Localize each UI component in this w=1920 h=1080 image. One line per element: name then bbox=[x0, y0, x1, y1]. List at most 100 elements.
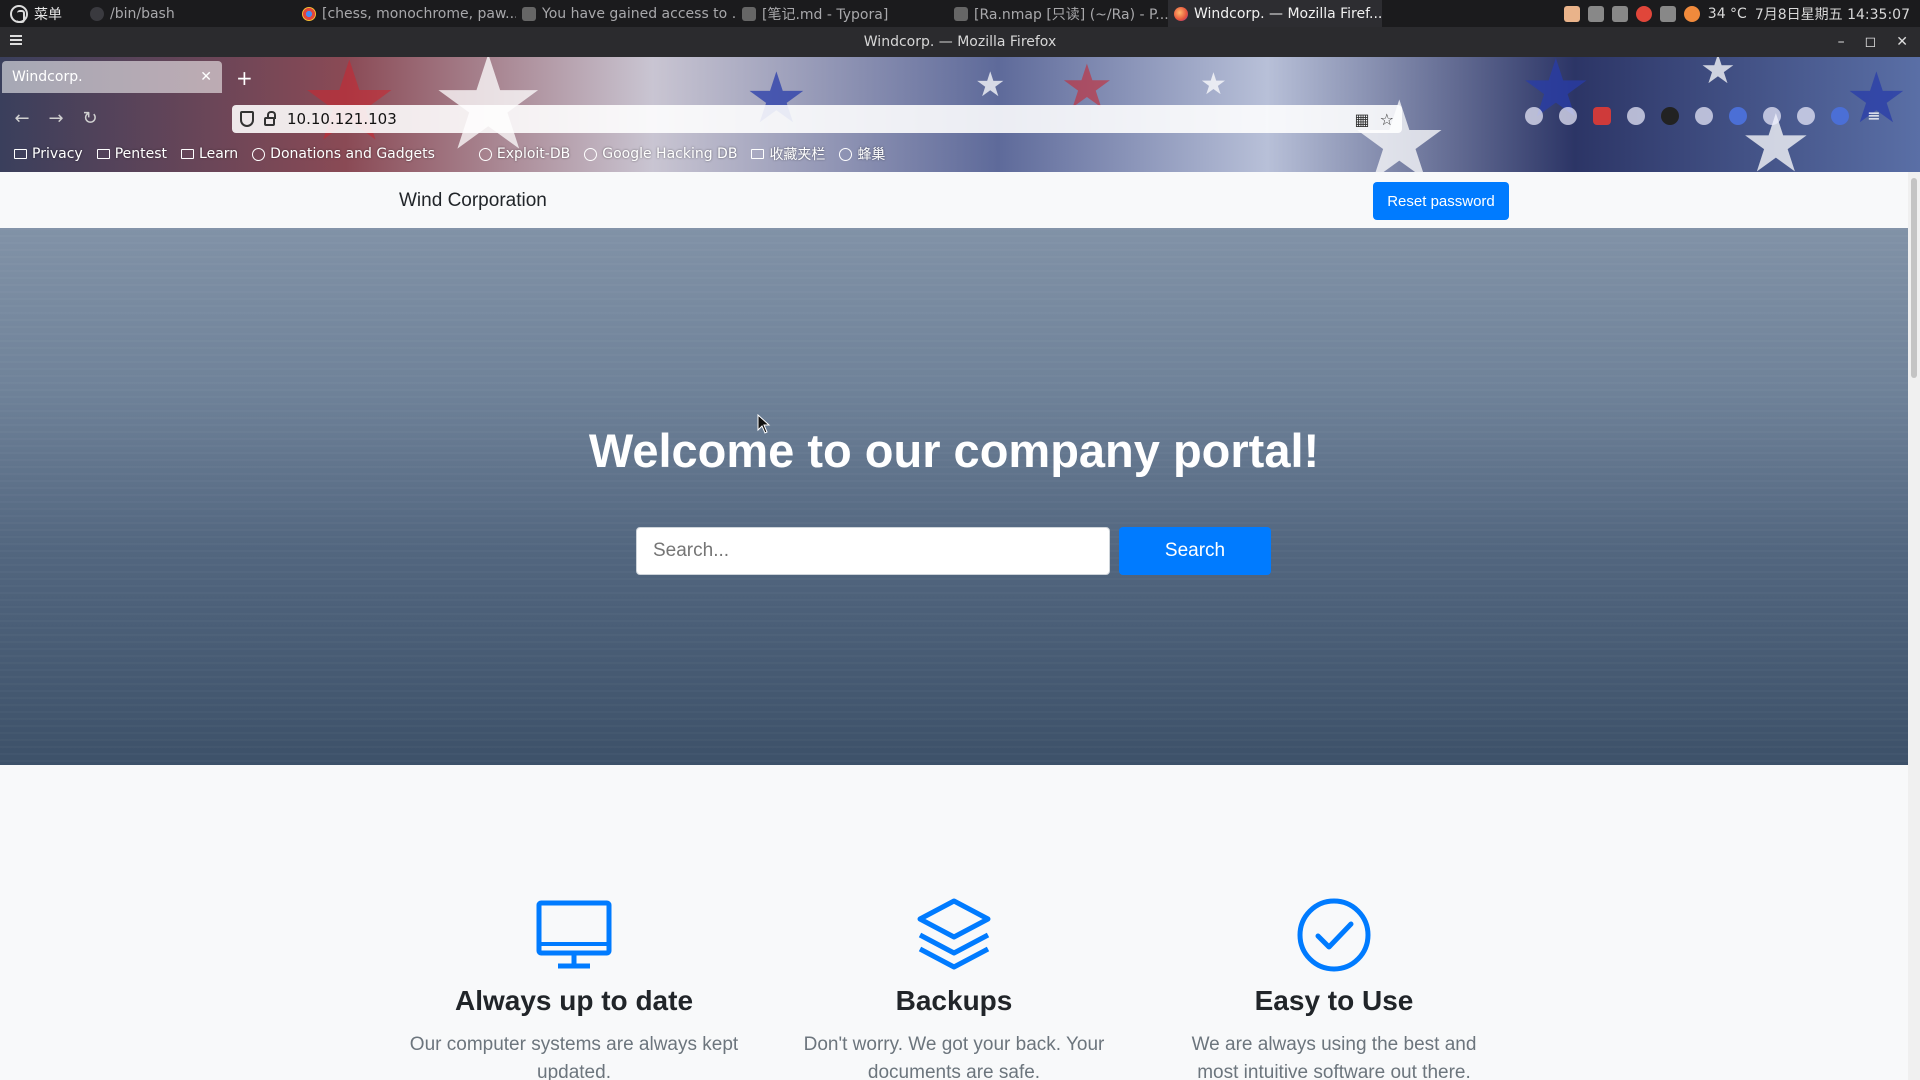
globe-icon bbox=[252, 147, 266, 161]
features-section: Always up to date Our computer systems a… bbox=[0, 765, 1908, 1080]
feature-text: We are always using the best and most in… bbox=[1191, 1034, 1477, 1080]
hamburger-menu-icon[interactable]: ≡ bbox=[1865, 107, 1883, 125]
system-panel: 菜单 /bin/bash [chess, monochrome, paw... … bbox=[0, 0, 1920, 27]
forward-icon[interactable]: → bbox=[44, 106, 68, 130]
extension-icon[interactable] bbox=[1729, 107, 1747, 125]
distro-logo-icon bbox=[10, 4, 28, 23]
globe-icon bbox=[839, 147, 853, 161]
firefox-icon bbox=[1174, 6, 1188, 21]
extension-icons: ≡ bbox=[1525, 107, 1883, 125]
volume-icon[interactable] bbox=[1611, 5, 1628, 22]
temperature: 34 °C bbox=[1707, 5, 1747, 22]
tab-windcorp[interactable]: Windcorp. ✕ bbox=[2, 61, 222, 93]
theme-star-icon: ★ bbox=[975, 65, 1006, 105]
hero-section: Welcome to our company portal! Search bbox=[0, 228, 1908, 765]
close-icon[interactable]: ✕ bbox=[1896, 34, 1908, 50]
address-bar[interactable]: 10.10.121.103 ▦ ☆ bbox=[232, 105, 1402, 133]
ublock-icon[interactable] bbox=[1593, 107, 1611, 125]
feature-easy-to-use: Easy to Use We are always using the best… bbox=[1169, 895, 1499, 1080]
task-chrome[interactable]: [chess, monochrome, paw... bbox=[296, 0, 516, 27]
task-bash[interactable]: /bin/bash bbox=[84, 0, 296, 27]
theme-star-icon: ★ bbox=[1700, 57, 1736, 93]
url-text[interactable]: 10.10.121.103 bbox=[287, 110, 397, 128]
tab-close-icon[interactable]: ✕ bbox=[200, 69, 212, 85]
translate-extension-icon[interactable] bbox=[1831, 107, 1849, 125]
extension-icon[interactable] bbox=[1627, 107, 1645, 125]
globe-icon bbox=[584, 147, 598, 161]
tracking-shield-icon[interactable] bbox=[240, 111, 254, 127]
new-tab-icon[interactable]: + bbox=[236, 66, 253, 90]
folder-icon bbox=[751, 149, 765, 159]
bookmark-ghdb[interactable]: Google Hacking DB bbox=[584, 146, 737, 162]
minimize-icon[interactable]: – bbox=[1838, 34, 1845, 50]
extension-icon[interactable] bbox=[1661, 107, 1679, 125]
page-scrollbar[interactable] bbox=[1908, 172, 1920, 1080]
globe-icon bbox=[478, 147, 492, 161]
layers-icon bbox=[917, 898, 991, 970]
chrome-icon bbox=[302, 6, 316, 21]
clock[interactable]: 7月8日星期五 14:35:07 bbox=[1755, 4, 1910, 24]
task-firefox[interactable]: Windcorp. — Mozilla Firef... bbox=[1168, 0, 1382, 27]
translate-icon[interactable]: ▦ bbox=[1355, 110, 1370, 129]
system-tray: 34 °C 7月8日星期五 14:35:07 bbox=[1563, 0, 1910, 27]
typora-icon bbox=[522, 6, 536, 21]
web-page: Wind Corporation Reset password Welcome … bbox=[0, 172, 1908, 1080]
window-controls: – ◻ ✕ bbox=[1838, 27, 1908, 57]
feature-text: Our computer systems are always kept upd… bbox=[409, 1034, 739, 1080]
terminal-icon bbox=[90, 6, 104, 21]
feature-backups: Backups Don't worry. We got your back. Y… bbox=[789, 895, 1119, 1080]
pocket-icon[interactable] bbox=[1525, 107, 1543, 125]
task-typora[interactable]: [笔记.md - Typora] bbox=[736, 0, 948, 27]
folder-icon bbox=[14, 149, 27, 159]
scrollbar-thumb[interactable] bbox=[1911, 178, 1917, 378]
folder-icon bbox=[181, 149, 195, 159]
theme-star-icon: ★ bbox=[1200, 67, 1227, 102]
wifi-icon[interactable] bbox=[1659, 5, 1676, 22]
navigation-bar: ← → ↻ 10.10.121.103 ▦ ☆ ≡ bbox=[0, 101, 1920, 135]
site-navbar: Wind Corporation Reset password bbox=[0, 172, 1908, 228]
keyboard-icon[interactable] bbox=[1587, 5, 1604, 22]
back-icon[interactable]: ← bbox=[10, 106, 34, 130]
tab-title: Windcorp. bbox=[12, 69, 83, 85]
folder-icon bbox=[96, 149, 110, 159]
bookmark-exploit-db[interactable]: Exploit-DB bbox=[478, 146, 570, 162]
reset-password-button[interactable]: Reset password bbox=[1373, 182, 1509, 220]
feature-up-to-date: Always up to date Our computer systems a… bbox=[409, 895, 739, 1080]
feature-text: Don't worry. We got your back. Your docu… bbox=[803, 1034, 1105, 1080]
lock-icon[interactable] bbox=[264, 110, 276, 126]
weibo-icon[interactable] bbox=[1635, 5, 1652, 22]
bookmark-learn[interactable]: Learn bbox=[181, 146, 238, 162]
hero-heading: Welcome to our company portal! bbox=[588, 424, 1320, 477]
cat-icon[interactable] bbox=[1563, 5, 1580, 22]
browser-toolbar: ★ ★ ★ ★ ★ ★ ★ ★ ★ ★ ★ Windcorp. ✕ + ← → … bbox=[0, 57, 1920, 172]
task-editor[interactable]: [Ra.nmap [只读] (~/Ra) - P... bbox=[948, 0, 1168, 27]
typora-icon bbox=[742, 6, 756, 21]
window-title: Windcorp. — Mozilla Firefox bbox=[863, 34, 1057, 50]
bookmark-privacy[interactable]: Privacy bbox=[14, 146, 83, 162]
weather-icon[interactable] bbox=[1683, 5, 1700, 22]
monitor-icon bbox=[536, 900, 612, 969]
bookmark-star-icon[interactable]: ☆ bbox=[1380, 110, 1394, 129]
bookmarks-toolbar: Privacy Pentest Learn Donations and Gadg… bbox=[0, 139, 1920, 169]
bookmark-favorites-folder[interactable]: 收藏夹栏 bbox=[751, 144, 825, 164]
search-input[interactable] bbox=[636, 527, 1110, 575]
extension-icon[interactable] bbox=[1797, 107, 1815, 125]
maximize-icon[interactable]: ◻ bbox=[1865, 34, 1877, 50]
search-button[interactable]: Search bbox=[1119, 527, 1271, 575]
mouse-cursor-icon bbox=[757, 414, 771, 434]
feature-title: Always up to date bbox=[454, 985, 694, 1016]
bookmark-donations[interactable]: Donations and Gadgets bbox=[252, 146, 435, 162]
extension-icon[interactable] bbox=[1763, 107, 1781, 125]
bookmark-fengchao[interactable]: 蜂巢 bbox=[839, 144, 885, 164]
editor-icon bbox=[954, 6, 968, 21]
task-typora-notes[interactable]: You have gained access to ... bbox=[516, 0, 736, 27]
window-menu-icon[interactable] bbox=[10, 35, 22, 47]
app-menu[interactable]: 菜单 bbox=[0, 4, 84, 24]
bookmark-pentest[interactable]: Pentest bbox=[96, 146, 167, 162]
location-icon[interactable] bbox=[1695, 107, 1713, 125]
check-circle-icon bbox=[1297, 898, 1371, 972]
extension-icon[interactable] bbox=[1559, 107, 1577, 125]
reload-icon[interactable]: ↻ bbox=[78, 106, 102, 130]
site-brand[interactable]: Wind Corporation bbox=[399, 190, 547, 212]
taskbar: /bin/bash [chess, monochrome, paw... You… bbox=[84, 0, 1382, 27]
